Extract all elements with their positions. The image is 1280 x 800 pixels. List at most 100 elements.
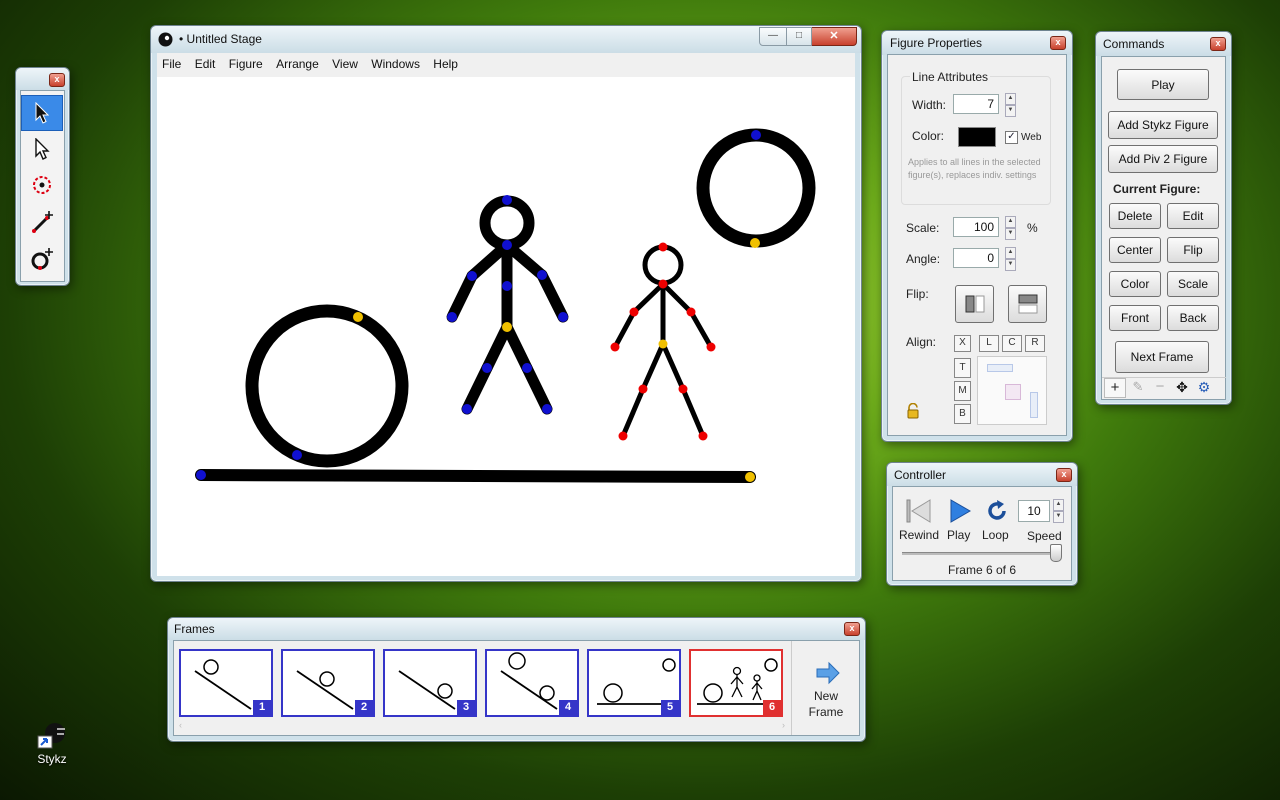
flip-horizontal-button[interactable] xyxy=(955,285,994,323)
new-frame-button[interactable]: New Frame xyxy=(791,641,860,735)
frames-title: Frames xyxy=(174,622,215,636)
play-control-button[interactable]: Play xyxy=(944,497,974,545)
stykz-desktop-icon[interactable]: Stykz xyxy=(30,715,74,771)
frames-titlebar[interactable] xyxy=(168,618,865,640)
frame-thumbnail-2[interactable]: 2 xyxy=(281,649,375,717)
menu-view[interactable]: View xyxy=(327,53,363,75)
stick-figure-small-joints[interactable] xyxy=(610,242,716,441)
width-input[interactable]: 7 xyxy=(953,94,999,114)
frame-status: Frame 6 of 6 xyxy=(947,563,1017,577)
angle-input[interactable]: 0 xyxy=(953,248,999,268)
scale-input[interactable]: 100 xyxy=(953,217,999,237)
align-middle-button[interactable]: M xyxy=(954,381,971,401)
menu-bar: File Edit Figure Arrange View Windows He… xyxy=(157,53,855,77)
add-stykz-figure-button[interactable]: Add Stykz Figure xyxy=(1108,111,1218,139)
color-button[interactable]: Color xyxy=(1109,271,1161,297)
maximize-button[interactable]: □ xyxy=(787,27,812,46)
rewind-button[interactable]: Rewind xyxy=(899,497,940,545)
controller-title: Controller xyxy=(894,468,947,482)
angle-stepper[interactable]: ▲ ▼ xyxy=(1005,247,1016,271)
align-preview-shape-3 xyxy=(1030,392,1038,418)
align-left-button[interactable]: L xyxy=(979,335,999,352)
menu-windows[interactable]: Windows xyxy=(366,53,425,75)
frames-close-button[interactable]: x xyxy=(844,622,860,636)
frame-number-4: 4 xyxy=(559,700,577,715)
menu-help[interactable]: Help xyxy=(428,53,463,75)
frame-slider-thumb[interactable] xyxy=(1050,544,1062,562)
align-preview xyxy=(977,356,1047,425)
frames-scrollbar[interactable]: ‹ › xyxy=(179,721,785,730)
current-figure-label: Current Figure: xyxy=(1113,182,1201,196)
frame-thumbnail-6[interactable]: 6 xyxy=(689,649,783,717)
commands-close-button[interactable]: x xyxy=(1210,37,1226,51)
center-button[interactable]: Center xyxy=(1109,237,1161,263)
frame-thumbnail-1[interactable]: 1 xyxy=(179,649,273,717)
commands-window: Commands x Play Add Stykz Figure Add Piv… xyxy=(1095,31,1232,405)
stick-figure-large[interactable] xyxy=(446,195,569,415)
direct-select-tool[interactable] xyxy=(22,132,62,166)
align-center-button[interactable]: C xyxy=(1002,335,1022,352)
move-icon[interactable]: ✥ xyxy=(1172,378,1192,396)
menu-file[interactable]: File xyxy=(157,53,186,75)
align-x-button[interactable]: X xyxy=(954,335,971,352)
back-button[interactable]: Back xyxy=(1167,305,1219,331)
pencil-icon[interactable]: ✎ xyxy=(1128,378,1148,396)
next-frame-button[interactable]: Next Frame xyxy=(1115,341,1209,373)
big-ball[interactable] xyxy=(245,304,409,468)
flip-label: Flip: xyxy=(906,287,929,301)
loop-label: Loop xyxy=(982,528,1009,542)
settings-gear-icon[interactable]: ⚙ xyxy=(1194,378,1214,396)
flip-button[interactable]: Flip xyxy=(1167,237,1219,263)
add-circle-tool[interactable] xyxy=(22,242,62,276)
align-right-button[interactable]: R xyxy=(1025,335,1045,352)
align-top-button[interactable]: T xyxy=(954,358,971,378)
controller-close-button[interactable]: x xyxy=(1056,468,1072,482)
rewind-label: Rewind xyxy=(899,528,940,542)
add-line-icon xyxy=(32,211,53,233)
stage-canvas[interactable] xyxy=(157,77,855,576)
scale-stepper[interactable]: ▲ ▼ xyxy=(1005,216,1016,240)
frame-thumbnail-3[interactable]: 3 xyxy=(383,649,477,717)
delete-button[interactable]: Delete xyxy=(1109,203,1161,229)
stykz-desktop-label: Stykz xyxy=(37,752,67,766)
close-window-button[interactable]: ✕ xyxy=(812,27,857,46)
align-preview-shape-1 xyxy=(987,364,1013,372)
frame-number-3: 3 xyxy=(457,700,475,715)
loop-button[interactable]: Loop xyxy=(980,497,1014,545)
width-stepper[interactable]: ▲ ▼ xyxy=(1005,93,1016,117)
scale-button[interactable]: Scale xyxy=(1167,271,1219,297)
ground-line[interactable] xyxy=(195,469,756,483)
add-piv2-figure-button[interactable]: Add Piv 2 Figure xyxy=(1108,145,1218,173)
minimize-button[interactable]: — xyxy=(759,27,787,46)
flip-vertical-button[interactable] xyxy=(1008,285,1047,323)
remove-icon[interactable]: − xyxy=(1150,378,1170,396)
rotate-joint-tool[interactable] xyxy=(22,168,62,202)
align-bottom-button[interactable]: B xyxy=(954,404,971,424)
select-tool[interactable] xyxy=(21,95,63,131)
frame-slider-track[interactable] xyxy=(902,552,1062,555)
menu-edit[interactable]: Edit xyxy=(190,53,221,75)
direct-select-arrow-icon xyxy=(35,138,50,160)
web-checkbox[interactable]: ✓ xyxy=(1005,131,1018,144)
add-icon[interactable]: + xyxy=(1104,378,1126,398)
menu-figure[interactable]: Figure xyxy=(224,53,268,75)
edit-button[interactable]: Edit xyxy=(1167,203,1219,229)
front-button[interactable]: Front xyxy=(1109,305,1161,331)
speed-input[interactable]: 10 xyxy=(1018,500,1050,522)
speed-stepper[interactable]: ▲ ▼ xyxy=(1053,499,1064,523)
play-label: Play xyxy=(947,528,971,542)
tools-close-button[interactable]: x xyxy=(49,73,65,87)
lock-icon[interactable] xyxy=(906,403,920,419)
new-frame-label-line2: Frame xyxy=(808,705,844,719)
angle-label: Angle: xyxy=(906,252,941,266)
frame-number-6: 6 xyxy=(763,700,781,715)
add-line-tool[interactable] xyxy=(22,205,62,239)
floating-ball[interactable] xyxy=(696,128,816,248)
figure-properties-close-button[interactable]: x xyxy=(1050,36,1066,50)
play-button[interactable]: Play xyxy=(1117,69,1209,100)
frame-thumbnail-4[interactable]: 4 xyxy=(485,649,579,717)
frame-thumbnail-5[interactable]: 5 xyxy=(587,649,681,717)
menu-arrange[interactable]: Arrange xyxy=(271,53,324,75)
color-swatch[interactable] xyxy=(958,127,996,147)
stage-window: • Untitled Stage — □ ✕ File Edit Figure … xyxy=(150,25,862,582)
